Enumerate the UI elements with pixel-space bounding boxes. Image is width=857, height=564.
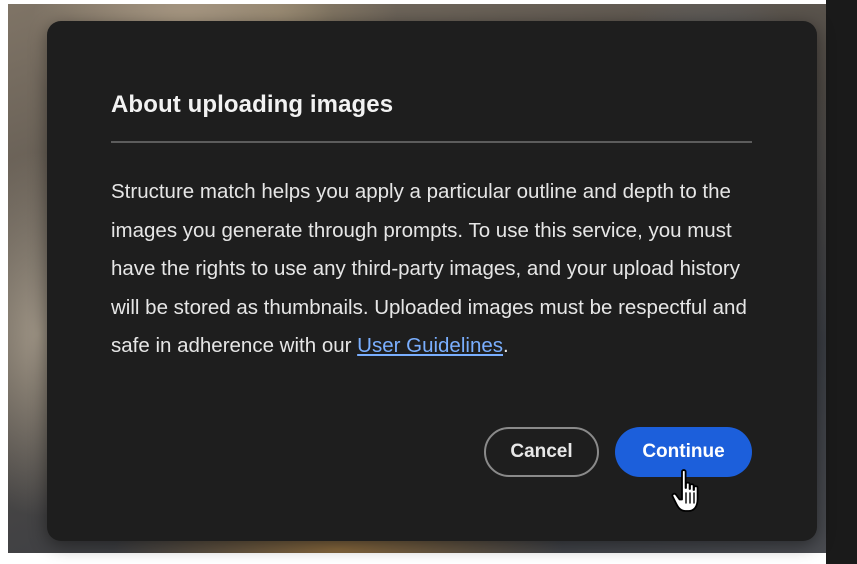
body-end: . (503, 334, 509, 357)
cancel-button[interactable]: Cancel (484, 427, 599, 477)
dialog-body: Structure match helps you apply a partic… (111, 173, 761, 366)
screenshot-frame: About uploading images Structure match h… (0, 0, 857, 564)
body-text: Structure match helps you apply a partic… (111, 180, 747, 357)
upload-info-dialog: About uploading images Structure match h… (47, 21, 817, 541)
right-edge-panel (826, 0, 857, 564)
user-guidelines-link[interactable]: User Guidelines (357, 334, 503, 357)
hand-pointer-icon (671, 469, 699, 512)
dialog-title: About uploading images (111, 91, 394, 118)
title-divider (111, 141, 752, 143)
